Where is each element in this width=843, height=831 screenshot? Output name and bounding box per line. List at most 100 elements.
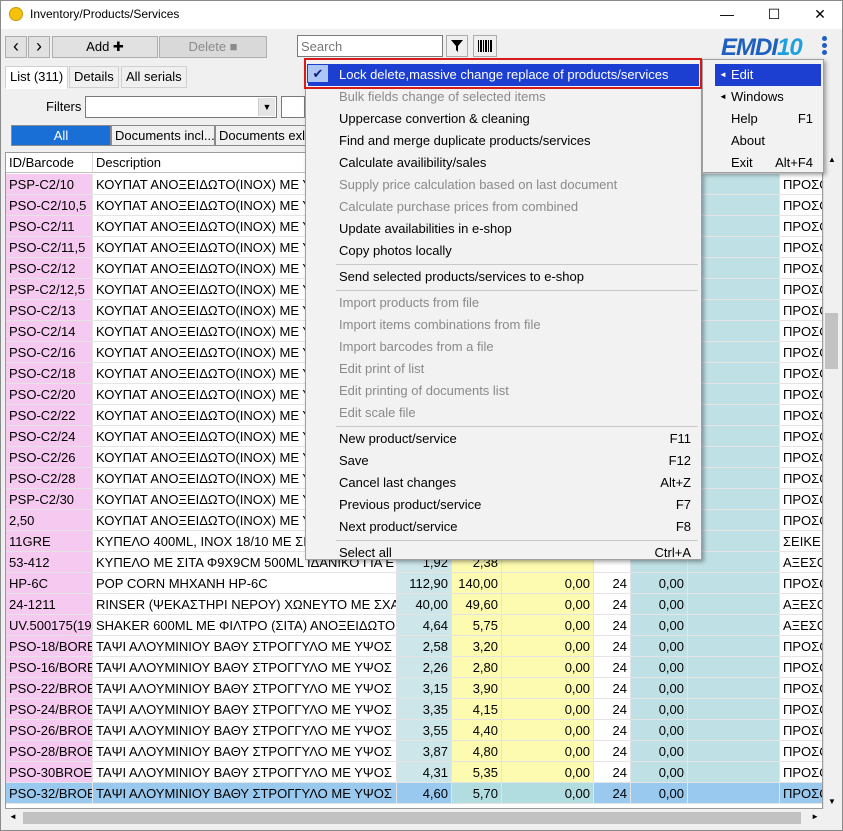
cell-vat[interactable]: 24 (594, 573, 631, 594)
menu-item[interactable]: New product/service F11 (306, 428, 701, 450)
cell-retail-price[interactable]: 3,90 (452, 678, 502, 699)
cell-id[interactable]: 53-412 (6, 552, 93, 573)
forward-button[interactable]: › (28, 36, 50, 58)
cell-retail-price[interactable]: 4,80 (452, 741, 502, 762)
cell-retail-price[interactable]: 4,40 (452, 720, 502, 741)
cell-id[interactable]: 24-1211 (6, 594, 93, 615)
cell-extra[interactable] (688, 636, 780, 657)
cell-id[interactable]: PSP-C2/30 (6, 489, 93, 510)
cell-quantity[interactable]: 0,00 (631, 699, 688, 720)
cell-id[interactable]: UV.500175(19 (6, 615, 93, 636)
cell-id[interactable]: PSO-C2/18 (6, 363, 93, 384)
close-button[interactable]: ✕ (797, 1, 843, 29)
cell-extra[interactable] (688, 762, 780, 783)
cell-vat[interactable]: 24 (594, 720, 631, 741)
cell-category[interactable]: ΠΡΟΣΟ (780, 363, 822, 384)
cell-id[interactable]: PSO-C2/12 (6, 258, 93, 279)
cell-price[interactable]: 2,26 (397, 657, 452, 678)
cell-extra[interactable] (688, 615, 780, 636)
cell-category[interactable]: ΠΡΟΣΟ (780, 762, 822, 783)
cell-extra[interactable] (688, 720, 780, 741)
cell-vat[interactable]: 24 (594, 594, 631, 615)
cell-id[interactable]: PSO-C2/24 (6, 426, 93, 447)
table-row[interactable]: PSO-26/BROE ΤΑΨΙ ΑΛΟΥΜΙΝΙΟΥ ΒΑΘΥ ΣΤΡΟΓΓΥΛ… (6, 720, 822, 741)
table-row[interactable]: PSO-18/BORE ΤΑΨΙ ΑΛΟΥΜΙΝΙΟΥ ΒΑΘΥ ΣΤΡΟΓΓΥΛ… (6, 636, 822, 657)
cell-retail-price[interactable]: 140,00 (452, 573, 502, 594)
cell-quantity[interactable]: 0,00 (631, 657, 688, 678)
table-row[interactable]: PSO-24/BROE ΤΑΨΙ ΑΛΟΥΜΙΝΙΟΥ ΒΑΘΥ ΣΤΡΟΓΓΥΛ… (6, 699, 822, 720)
cell-vat[interactable]: 24 (594, 762, 631, 783)
more-options-icon[interactable] (819, 34, 829, 60)
table-row[interactable]: UV.500175(19 SHAKER 600ML ΜΕ ΦΙΛΤΡΟ (ΣΙΤΑ… (6, 615, 822, 636)
delete-button[interactable]: Delete ■ (159, 36, 267, 58)
cell-quantity[interactable]: 0,00 (631, 720, 688, 741)
vertical-scrollbar[interactable]: ▲ ▼ (823, 152, 840, 809)
cell-description[interactable]: ΤΑΨΙ ΑΛΟΥΜΙΝΙΟΥ ΒΑΘΥ ΣΤΡΟΓΓΥΛΟ ΜΕ ΥΨΟΣ (93, 636, 397, 657)
cell-id[interactable]: PSO-16/BORE (6, 657, 93, 678)
cell-category[interactable]: ΑΞΕΣΟ (780, 552, 822, 573)
cell-category[interactable]: ΠΡΟΣΟ (780, 573, 822, 594)
cell-quantity[interactable]: 0,00 (631, 594, 688, 615)
cell-discount[interactable]: 0,00 (502, 783, 594, 804)
main-menu-item[interactable]: ◄ Windows (703, 86, 823, 108)
cell-extra[interactable] (688, 783, 780, 804)
cell-category[interactable]: ΠΡΟΣΟ (780, 384, 822, 405)
cell-vat[interactable]: 24 (594, 636, 631, 657)
cell-description[interactable]: ΤΑΨΙ ΑΛΟΥΜΙΝΙΟΥ ΒΑΘΥ ΣΤΡΟΓΓΥΛΟ ΜΕ ΥΨΟΣ (93, 678, 397, 699)
cell-discount[interactable]: 0,00 (502, 762, 594, 783)
main-menu-item[interactable]: Help F1 (703, 108, 823, 130)
cell-extra[interactable] (688, 678, 780, 699)
main-menu-item[interactable]: Exit Alt+F4 (703, 152, 823, 174)
horizontal-scroll-thumb[interactable] (23, 812, 801, 824)
cell-quantity[interactable]: 0,00 (631, 783, 688, 804)
cell-category[interactable]: ΑΞΕΣΟ (780, 594, 822, 615)
table-row[interactable]: PSO-32/BROE ΤΑΨΙ ΑΛΟΥΜΙΝΙΟΥ ΒΑΘΥ ΣΤΡΟΓΓΥΛ… (6, 783, 822, 804)
cell-description[interactable]: ΤΑΨΙ ΑΛΟΥΜΙΝΙΟΥ ΒΑΘΥ ΣΤΡΟΓΓΥΛΟ ΜΕ ΥΨΟΣ (93, 657, 397, 678)
cell-id[interactable]: PSO-18/BORE (6, 636, 93, 657)
cell-discount[interactable]: 0,00 (502, 594, 594, 615)
table-row[interactable]: PSO-22/BROE ΤΑΨΙ ΑΛΟΥΜΙΝΙΟΥ ΒΑΘΥ ΣΤΡΟΓΓΥΛ… (6, 678, 822, 699)
cell-id[interactable]: PSO-32/BROE (6, 783, 93, 804)
cell-price[interactable]: 3,87 (397, 741, 452, 762)
filter-value-input[interactable] (281, 96, 305, 118)
cell-discount[interactable]: 0,00 (502, 678, 594, 699)
cell-id[interactable]: PSO-C2/22 (6, 405, 93, 426)
menu-item[interactable]: Send selected products/services to e-sho… (306, 266, 701, 288)
cell-vat[interactable]: 24 (594, 699, 631, 720)
cell-category[interactable]: ΠΡΟΣΟ (780, 636, 822, 657)
cell-discount[interactable]: 0,00 (502, 657, 594, 678)
cell-id[interactable]: 2,50 (6, 510, 93, 531)
menu-item[interactable]: Copy photos locally (306, 240, 701, 262)
cell-price[interactable]: 3,35 (397, 699, 452, 720)
cell-id[interactable]: 11GRE (6, 531, 93, 552)
cell-retail-price[interactable]: 2,80 (452, 657, 502, 678)
cell-category[interactable]: ΠΡΟΣΟ (780, 489, 822, 510)
main-menu-item[interactable]: About (703, 130, 823, 152)
vertical-scroll-thumb[interactable] (825, 313, 838, 369)
cell-vat[interactable]: 24 (594, 741, 631, 762)
cell-discount[interactable]: 0,00 (502, 699, 594, 720)
cell-category[interactable]: ΠΡΟΣΟ (780, 237, 822, 258)
cell-category[interactable]: ΠΡΟΣΟ (780, 321, 822, 342)
menu-item[interactable]: Next product/service F8 (306, 516, 701, 538)
cell-id[interactable]: PSO-24/BROE (6, 699, 93, 720)
cell-id[interactable]: PSP-C2/12,5 (6, 279, 93, 300)
cell-price[interactable]: 40,00 (397, 594, 452, 615)
menu-item[interactable]: Calculate availibility/sales (306, 152, 701, 174)
cell-price[interactable]: 4,60 (397, 783, 452, 804)
back-button[interactable]: ‹ (5, 36, 27, 58)
cell-id[interactable]: PSO-26/BROE (6, 720, 93, 741)
menu-item[interactable]: Cancel last changes Alt+Z (306, 472, 701, 494)
cell-discount[interactable]: 0,00 (502, 741, 594, 762)
search-input[interactable] (297, 35, 443, 57)
cell-discount[interactable]: 0,00 (502, 720, 594, 741)
minimize-button[interactable]: — (704, 1, 750, 29)
cell-description[interactable]: ΤΑΨΙ ΑΛΟΥΜΙΝΙΟΥ ΒΑΘΥ ΣΤΡΟΓΓΥΛΟ ΜΕ ΥΨΟΣ (93, 720, 397, 741)
cell-extra[interactable] (688, 657, 780, 678)
cell-vat[interactable]: 24 (594, 783, 631, 804)
cell-price[interactable]: 112,90 (397, 573, 452, 594)
cell-description[interactable]: ΤΑΨΙ ΑΛΟΥΜΙΝΙΟΥ ΒΑΘΥ ΣΤΡΟΓΓΥΛΟ ΜΕ ΥΨΟΣ (93, 741, 397, 762)
cell-price[interactable]: 3,15 (397, 678, 452, 699)
cell-description[interactable]: POP CORN ΜΗΧΑΝΗ HP-6C (93, 573, 397, 594)
cell-description[interactable]: RINSER (ΨΕΚΑΣΤΗΡΙ ΝΕΡΟΥ) ΧΩΝΕΥΤΟ ΜΕ ΣΧΑΡ… (93, 594, 397, 615)
